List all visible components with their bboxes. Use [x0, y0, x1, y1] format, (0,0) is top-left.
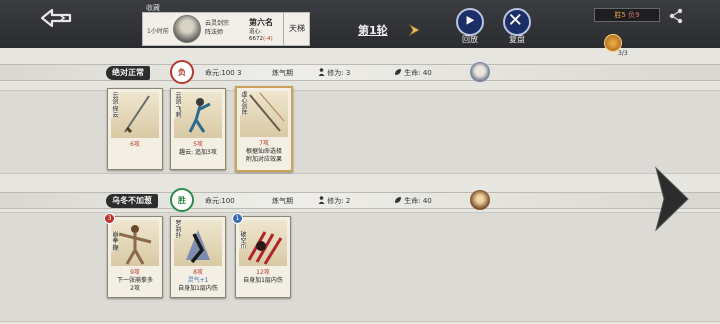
card-level-badge: 3: [104, 213, 115, 224]
next-page-chevron-icon[interactable]: [652, 166, 692, 232]
cross-swords-icon: [510, 14, 521, 25]
player-bar: 乌冬不加葱 胜 命元:100 炼气期 修为: 2 生命: 40: [0, 188, 720, 212]
round-label[interactable]: 第1轮: [358, 22, 388, 38]
leaf-icon: [395, 197, 401, 203]
review-label: 复盘: [509, 35, 525, 44]
claw-icon: [247, 231, 283, 265]
card-art: [111, 92, 159, 138]
replay-label: 回放: [462, 35, 478, 44]
player-name: 绝对正常: [106, 66, 150, 80]
ladder-label: 天梯: [283, 13, 310, 45]
card-desc: 12攻 自身加1层内伤: [243, 269, 283, 284]
card-art: [111, 220, 159, 266]
result-badge-lose: 负: [170, 60, 194, 84]
player-title: 云灵剑宗 阵法师: [205, 20, 230, 36]
card[interactable]: 虚心剑阵 7攻 根据仙命选择 附加对应效果: [235, 86, 293, 172]
card-desc: 6攻: [130, 141, 140, 148]
rank-text: 第六名: [249, 18, 273, 27]
card-desc: 5攻 趣云: 追加3攻: [179, 141, 217, 156]
card-level-badge: 1: [232, 213, 243, 224]
monk-icon: [118, 225, 152, 265]
life-stat: 命元:100 3: [205, 69, 242, 77]
realm-stat: 炼气期: [272, 197, 293, 205]
card-desc: 9攻 下一张崩拳多 2攻: [116, 269, 153, 292]
hp-stat: 生命: 40: [394, 68, 432, 78]
win-loss-record: 胜5 负9: [594, 8, 660, 22]
rakshasa-icon: [186, 230, 210, 264]
player-bar: 绝对正常 负 命元:100 3 炼气期 修为: 3 生命: 40: [0, 60, 720, 84]
back-arrow-icon[interactable]: [40, 6, 72, 30]
card-art: [239, 220, 287, 266]
hp-stat: 生命: 40: [394, 196, 432, 206]
person-icon: [318, 68, 325, 76]
result-badge-win: 胜: [170, 188, 194, 212]
review-button[interactable]: [503, 8, 531, 36]
person-icon: [318, 196, 325, 204]
card-title: 云剑·飞刺: [173, 92, 181, 118]
match-time: 1小时前: [147, 28, 169, 35]
swordsman-icon: [188, 98, 211, 133]
replay-button[interactable]: [456, 8, 484, 36]
sword-icon: [124, 95, 150, 134]
card-desc: 8攻 灵气+1 自身加1层内伤: [178, 269, 218, 292]
player-name: 乌冬不加葱: [106, 194, 158, 208]
card-title: 虚心剑阵: [239, 91, 247, 115]
rank-card[interactable]: 1小时前 云灵剑宗 阵法师 第六名 道心: 6672(-4) 天梯: [142, 12, 310, 46]
card-desc: 7攻 根据仙命选择 附加对应效果: [245, 140, 282, 163]
card[interactable]: 罗刹扑 8攻 灵气+1 自身加1层内伤: [170, 216, 226, 298]
leaf-icon: [395, 69, 401, 75]
card[interactable]: 3 崩拳·鞭 9攻 下一张崩拳多 2攻: [104, 213, 163, 298]
next-round-icon[interactable]: [408, 24, 422, 36]
card[interactable]: 1 破空爪 12攻 自身加1层内伤: [232, 213, 291, 298]
realm-stat: 炼气期: [272, 69, 293, 77]
card-art: [240, 91, 288, 137]
life-stat: 命元:100: [205, 197, 235, 205]
share-icon[interactable]: [668, 8, 684, 24]
cultivation-stat: 修为: 3: [318, 68, 350, 78]
sword-formation-icon: [249, 92, 285, 132]
dao-heart: 道心: 6672(-4): [249, 29, 273, 42]
card-title: 崩拳·鞭: [110, 231, 118, 251]
avatar: [173, 15, 201, 43]
play-icon: [466, 16, 475, 25]
card[interactable]: 云剑·探云 6攻: [107, 88, 163, 170]
card-title: 云剑·探云: [110, 92, 118, 118]
card-title: 罗刹扑: [173, 220, 181, 238]
card-art: [174, 92, 222, 138]
player-avatar[interactable]: [470, 62, 490, 82]
card-title: 破空爪: [238, 231, 246, 249]
card[interactable]: 云剑·飞刺 5攻 趣云: 追加3攻: [170, 88, 226, 170]
coin-count: 3/3: [618, 50, 628, 57]
card-art: [174, 220, 222, 266]
cultivation-stat: 修为: 2: [318, 196, 350, 206]
player-avatar[interactable]: [470, 190, 490, 210]
